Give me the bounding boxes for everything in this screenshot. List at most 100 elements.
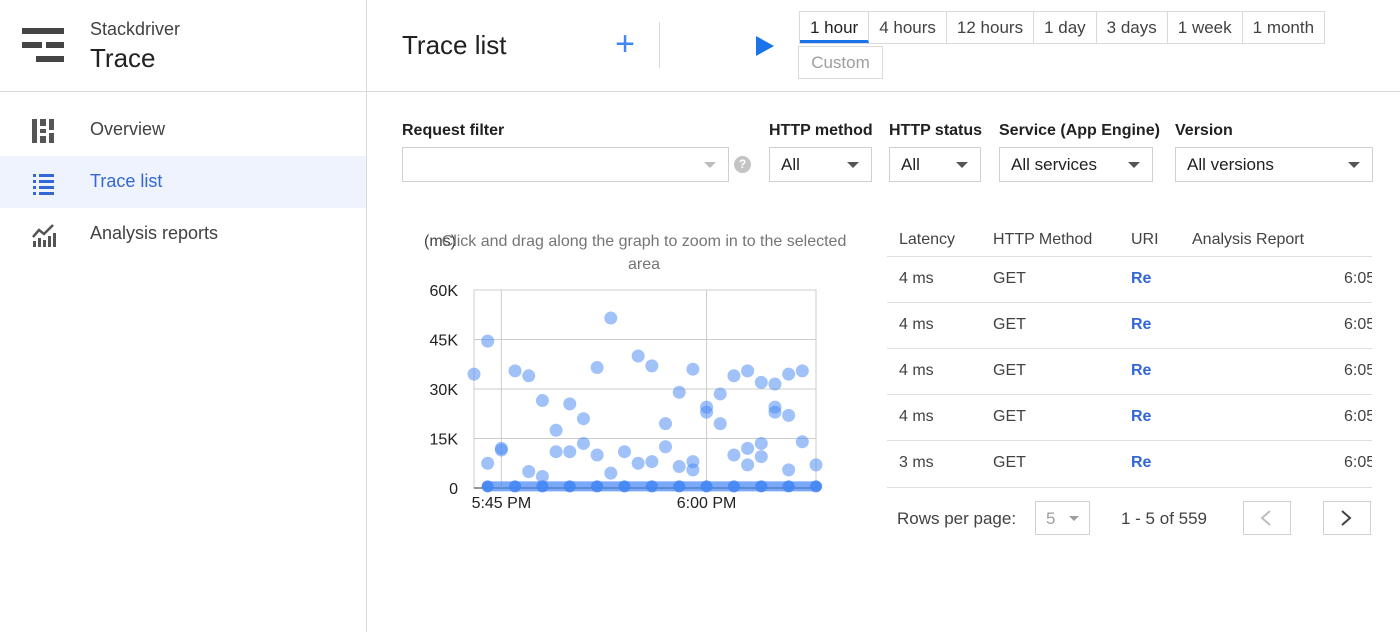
- data-point: [782, 408, 796, 422]
- product-name: Trace: [90, 43, 156, 73]
- range-4-hours-button[interactable]: 4 hours: [869, 12, 947, 43]
- sidebar-item-analysis-reports[interactable]: Analysis reports: [0, 208, 366, 260]
- range-1-hour-button[interactable]: 1 hour: [800, 12, 870, 43]
- column-header-latency[interactable]: Latency: [899, 231, 955, 249]
- brand-name: Stackdriver: [90, 19, 181, 39]
- latency-cell: 4 ms: [899, 362, 934, 379]
- data-point: [713, 417, 727, 431]
- sidebar: Stackdriver Trace Overview Trace list An…: [0, 0, 367, 632]
- chevron-down-icon: [1069, 516, 1079, 521]
- data-point: [768, 377, 782, 391]
- column-header-analysis-report[interactable]: Analysis Report: [1192, 231, 1304, 249]
- chart-hint-line2: area: [628, 256, 660, 273]
- chevron-down-icon: [956, 162, 968, 168]
- page-title: Trace list: [402, 30, 507, 60]
- data-point: [481, 456, 495, 470]
- data-point: [509, 480, 522, 493]
- rows-per-page-label: Rows per page:: [897, 509, 1017, 528]
- data-point: [549, 445, 563, 459]
- data-point: [741, 441, 755, 455]
- table-row[interactable]: 4 ms GET Re 6:05: [887, 348, 1372, 395]
- sidebar-item-label: Analysis reports: [90, 223, 219, 243]
- data-point: [727, 480, 740, 493]
- range-12-hours-button[interactable]: 12 hours: [947, 12, 1035, 43]
- add-icon[interactable]: +: [610, 27, 640, 61]
- latency-cell: 4 ms: [899, 408, 934, 425]
- chevron-down-icon: [704, 162, 716, 168]
- table-row[interactable]: 3 ms GET Re 6:05: [887, 440, 1372, 488]
- data-point: [809, 458, 823, 472]
- data-point: [617, 445, 631, 459]
- data-point: [590, 448, 604, 462]
- uri-link[interactable]: Re: [1131, 362, 1151, 380]
- data-point: [795, 364, 809, 378]
- chevron-right-icon: [1341, 510, 1352, 526]
- data-point: [700, 400, 714, 414]
- data-point: [645, 480, 658, 493]
- uri-link[interactable]: Re: [1131, 270, 1151, 288]
- range-3-days-button[interactable]: 3 days: [1097, 12, 1168, 43]
- method-cell: GET: [993, 316, 1026, 333]
- data-point: [536, 480, 549, 493]
- table-row[interactable]: 4 ms GET Re 6:05: [887, 256, 1372, 303]
- data-point: [591, 480, 604, 493]
- latency-scatter-chart[interactable]: 015K30K45K60K5:45 PM 6:00 PM (ms) Click a…: [400, 220, 880, 520]
- sidebar-item-label: Overview: [90, 119, 166, 139]
- sidebar-item-trace-list[interactable]: Trace list: [0, 156, 366, 208]
- request-filter-input[interactable]: [402, 147, 729, 182]
- play-icon[interactable]: [756, 36, 774, 56]
- range-1-month-button[interactable]: 1 month: [1243, 12, 1324, 43]
- data-point: [741, 364, 755, 378]
- http-status-value: All: [901, 155, 920, 174]
- header-divider: [659, 22, 660, 68]
- chart-icon: [32, 224, 56, 247]
- time-cell: 6:05: [1344, 316, 1372, 333]
- next-page-button[interactable]: [1323, 501, 1371, 535]
- service-value: All services: [1011, 155, 1097, 174]
- service-select[interactable]: All services: [999, 147, 1153, 182]
- page-header: Trace list + 1 hour 4 hours 12 hours 1 d…: [367, 0, 1400, 92]
- table-row[interactable]: 4 ms GET Re 6:05: [887, 394, 1372, 441]
- column-header-http-method[interactable]: HTTP Method: [993, 231, 1092, 249]
- data-point: [467, 367, 481, 381]
- list-icon: [33, 174, 54, 195]
- help-icon[interactable]: ?: [734, 156, 751, 173]
- http-status-select[interactable]: All: [889, 147, 981, 182]
- custom-range-button[interactable]: Custom: [798, 46, 883, 79]
- data-point: [631, 349, 645, 363]
- data-point: [481, 480, 494, 493]
- uri-link[interactable]: Re: [1131, 454, 1151, 472]
- uri-link[interactable]: Re: [1131, 408, 1151, 426]
- sidebar-item-overview[interactable]: Overview: [0, 104, 366, 156]
- http-status-label: HTTP status: [889, 122, 983, 139]
- table-row[interactable]: 4 ms GET Re 6:05: [887, 302, 1372, 349]
- method-cell: GET: [993, 362, 1026, 379]
- data-point: [508, 364, 522, 378]
- uri-link[interactable]: Re: [1131, 316, 1151, 334]
- method-cell: GET: [993, 454, 1026, 471]
- range-1-day-button[interactable]: 1 day: [1034, 12, 1097, 43]
- previous-page-button[interactable]: [1243, 501, 1291, 535]
- data-point: [727, 369, 741, 383]
- data-point: [604, 311, 618, 325]
- data-point: [563, 445, 577, 459]
- data-point: [563, 397, 577, 411]
- data-point: [700, 480, 713, 493]
- latency-cell: 3 ms: [899, 454, 934, 471]
- range-1-week-button[interactable]: 1 week: [1168, 12, 1243, 43]
- data-point: [481, 334, 495, 348]
- version-select[interactable]: All versions: [1175, 147, 1373, 182]
- column-header-uri[interactable]: URI: [1131, 231, 1159, 249]
- time-cell: 6:05: [1344, 454, 1372, 471]
- request-filter-label: Request filter: [402, 122, 505, 139]
- data-point: [604, 466, 618, 480]
- rows-per-page-select[interactable]: 5: [1035, 501, 1090, 535]
- y-tick-label: 30K: [430, 382, 459, 399]
- data-point: [590, 361, 604, 375]
- data-point: [795, 435, 809, 449]
- data-point: [810, 480, 822, 493]
- data-point: [768, 400, 782, 414]
- data-point: [673, 480, 686, 493]
- http-method-select[interactable]: All: [769, 147, 872, 182]
- method-cell: GET: [993, 270, 1026, 287]
